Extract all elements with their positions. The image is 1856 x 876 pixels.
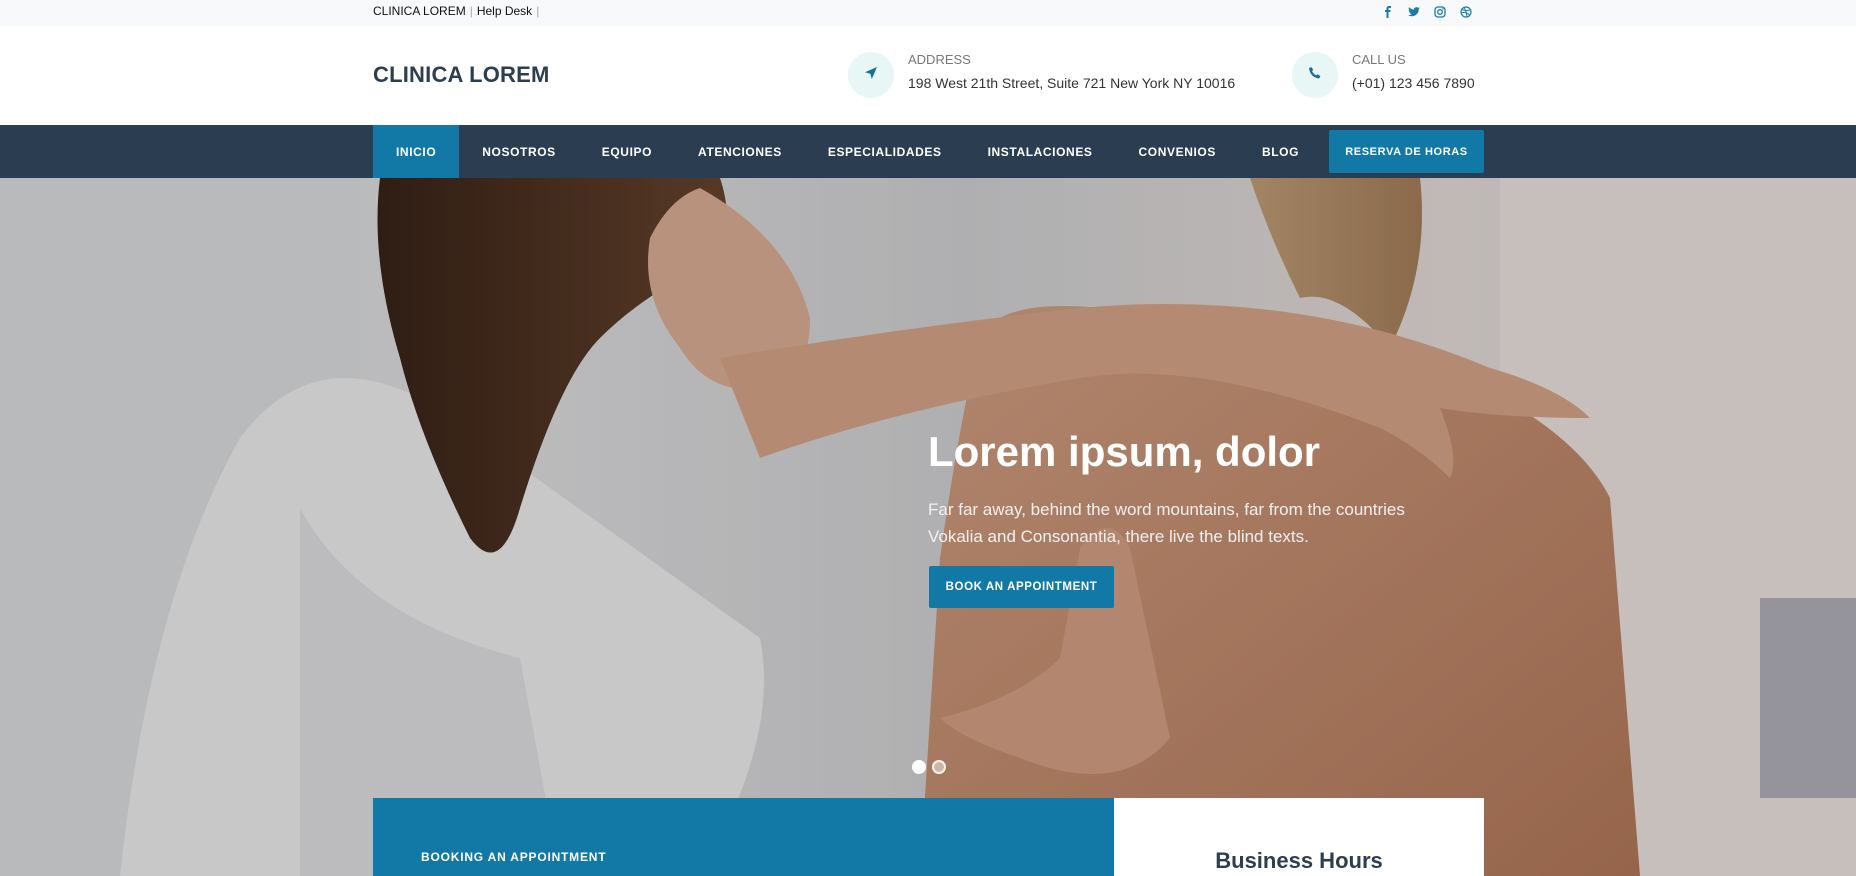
site-logo[interactable]: CLINICA LOREM <box>373 62 550 88</box>
hero-slider: Lorem ipsum, dolor Far far away, behind … <box>0 178 1856 876</box>
top-separator-end: | <box>536 4 540 18</box>
address-icon-circle <box>848 52 894 98</box>
top-links: CLINICA LOREM | Help Desk | <box>373 4 543 18</box>
site-header: CLINICA LOREM ADDRESS 198 West 21th Stre… <box>0 26 1856 125</box>
call-label: CALL US <box>1352 52 1406 67</box>
instagram-icon[interactable] <box>1432 4 1448 20</box>
business-hours-title: Business Hours <box>1215 848 1383 873</box>
nav-item-instalaciones[interactable]: INSTALACIONES <box>965 125 1116 178</box>
address-label: ADDRESS <box>908 52 971 67</box>
slider-dots <box>912 760 946 774</box>
top-bar: CLINICA LOREM | Help Desk | <box>0 0 1856 26</box>
phone-icon <box>1308 66 1322 85</box>
nav-item-especialidades[interactable]: ESPECIALIDADES <box>805 125 965 178</box>
address-info: ADDRESS 198 West 21th Street, Suite 721 … <box>848 50 1235 98</box>
top-separator: | <box>469 4 473 18</box>
nav-item-blog[interactable]: BLOG <box>1239 125 1322 178</box>
booking-panel: BOOKING AN APPOINTMENT <box>373 798 1114 876</box>
call-value[interactable]: (+01) 123 456 7890 <box>1352 75 1475 91</box>
facebook-icon[interactable] <box>1380 4 1396 20</box>
hero-title: Lorem ipsum, dolor <box>928 428 1321 475</box>
twitter-icon[interactable] <box>1406 4 1422 20</box>
booking-title: BOOKING AN APPOINTMENT <box>421 850 607 864</box>
main-nav: INICIO NOSOTROS EQUIPO ATENCIONES ESPECI… <box>0 125 1856 178</box>
address-value: 198 West 21th Street, Suite 721 New York… <box>908 75 1236 91</box>
help-desk-link[interactable]: Help Desk <box>477 4 532 18</box>
nav-item-equipo[interactable]: EQUIPO <box>579 125 675 178</box>
top-site-name-link[interactable]: CLINICA LOREM <box>373 4 466 18</box>
business-hours-panel: Business Hours <box>1114 798 1484 876</box>
navigation-arrow-icon <box>864 66 878 85</box>
call-info: CALL US (+01) 123 456 7890 <box>1292 50 1475 98</box>
nav-item-inicio[interactable]: INICIO <box>373 125 460 178</box>
phone-icon-circle <box>1292 52 1338 98</box>
nav-items: INICIO NOSOTROS EQUIPO ATENCIONES ESPECI… <box>373 125 1322 178</box>
hero-subtitle: Far far away, behind the word mountains,… <box>928 500 1405 546</box>
reserva-de-horas-button[interactable]: RESERVA DE HORAS <box>1329 130 1484 173</box>
dribbble-icon[interactable] <box>1458 4 1474 20</box>
slider-dot-1[interactable] <box>912 760 926 774</box>
nav-item-atenciones[interactable]: ATENCIONES <box>675 125 805 178</box>
book-appointment-button[interactable]: BOOK AN APPOINTMENT <box>929 566 1114 608</box>
social-links <box>1380 4 1474 20</box>
slider-dot-2[interactable] <box>932 760 946 774</box>
nav-item-nosotros[interactable]: NOSOTROS <box>459 125 578 178</box>
nav-item-convenios[interactable]: CONVENIOS <box>1116 125 1239 178</box>
